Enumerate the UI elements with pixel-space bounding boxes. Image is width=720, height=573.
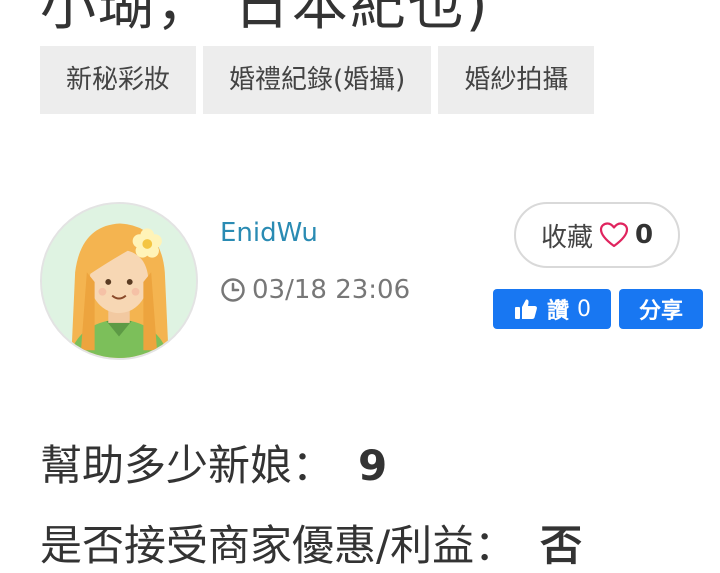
brides-helped-stat: 幫助多少新娘： 9	[40, 432, 387, 493]
favorite-label: 收藏	[540, 222, 593, 253]
like-label: 讚	[546, 299, 569, 324]
vendor-benefit-stat: 是否接受商家優惠/利益： 否	[40, 512, 582, 573]
timestamp-text: 03/18 23:06	[252, 275, 411, 305]
stat-value: 9	[358, 441, 388, 490]
clock-icon	[221, 278, 245, 302]
stat-label: 是否接受商家優惠/利益：	[40, 521, 517, 570]
tag-wedding-photo[interactable]: 婚紗拍攝	[438, 46, 595, 114]
thumbs-up-icon	[514, 299, 537, 319]
author-name-link[interactable]: EnidWu	[220, 218, 318, 248]
stat-label: 幫助多少新娘：	[40, 441, 335, 490]
favorite-count: 0	[634, 220, 654, 250]
tag-wedding-record[interactable]: 婚禮紀錄(婚攝)	[203, 46, 432, 114]
tag-list: 新秘彩妝 婚禮紀錄(婚攝) 婚紗拍攝	[40, 46, 595, 114]
facebook-like-button[interactable]: 讚 0	[493, 289, 611, 329]
post-title: 小瑚， 日本紀也)	[40, 0, 490, 38]
facebook-share-button[interactable]: 分享	[619, 289, 703, 329]
favorite-button[interactable]: 收藏 0	[514, 202, 680, 268]
like-count: 0	[577, 296, 591, 322]
tag-makeup[interactable]: 新秘彩妝	[40, 46, 197, 114]
author-avatar[interactable]	[40, 202, 198, 360]
stat-value: 否	[540, 521, 583, 570]
girl-avatar-icon	[42, 204, 196, 358]
heart-outline-icon	[599, 222, 629, 248]
post-timestamp: 03/18 23:06	[220, 275, 410, 305]
